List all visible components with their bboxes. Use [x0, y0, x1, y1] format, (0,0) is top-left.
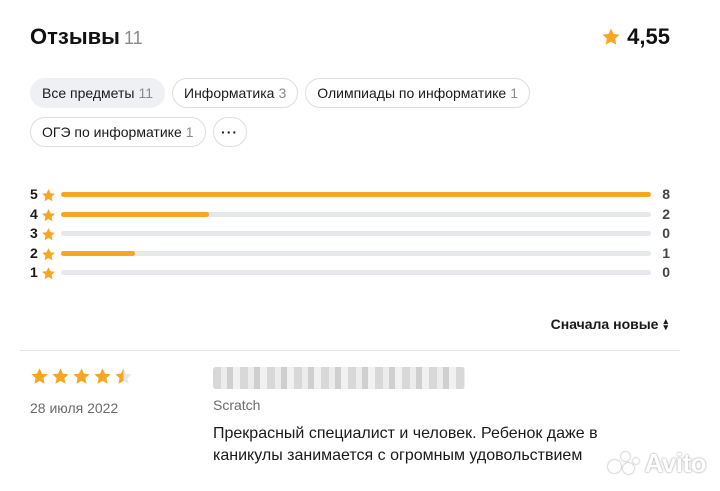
filter-chip-count: 3 — [278, 85, 287, 101]
distribution-bar-fill — [61, 192, 651, 197]
avito-watermark: Avito — [606, 448, 706, 479]
distribution-bar-track — [61, 270, 651, 275]
subject-filters: Все предметы 11 Информатика 3 Олимпиады по и… — [30, 78, 690, 156]
sort-arrows-icon: ▴ ▾ — [663, 316, 668, 332]
author-name-blurred — [213, 367, 465, 389]
distribution-star-label: 5 — [30, 186, 38, 202]
distribution-row[interactable]: 30 — [30, 225, 670, 245]
star-icon — [72, 367, 91, 386]
chip-row: Все предметы 11 Информатика 3 Олимпиады по и… — [30, 78, 690, 108]
distribution-bar-fill — [61, 250, 135, 256]
avito-logo-icon — [606, 451, 640, 476]
distribution-count: 0 — [662, 225, 670, 241]
star-icon — [51, 367, 70, 386]
distribution-count: 1 — [662, 244, 670, 261]
chip-row: ОГЭ по информатике 1 ··· — [30, 117, 690, 147]
filter-chip-count: 1 — [185, 124, 194, 140]
filter-chip[interactable]: Олимпиады по информатике 1 — [305, 78, 531, 108]
filter-chip[interactable]: Все предметы 11 — [30, 78, 165, 108]
star-icon — [93, 367, 112, 386]
review-date: 28 июля 2022 — [30, 400, 119, 416]
distribution-star-label: 4 — [30, 205, 38, 222]
rating-distribution: 5842302110 — [30, 186, 670, 284]
distribution-count: 0 — [662, 264, 670, 280]
distribution-bar-track — [61, 250, 651, 256]
review-stars — [30, 367, 133, 386]
filter-chip[interactable]: ОГЭ по информатике 1 — [30, 117, 206, 147]
filter-chip-label: Информатика — [184, 85, 275, 101]
star-icon — [41, 208, 56, 223]
star-icon — [41, 247, 56, 262]
rating-summary: 4,55 — [601, 24, 670, 50]
review-subject: Scratch — [213, 397, 261, 413]
page-title: Отзывы 11 — [30, 24, 143, 50]
distribution-row[interactable]: 21 — [30, 245, 670, 265]
distribution-star-label: 3 — [30, 225, 38, 241]
reviews-count: 11 — [123, 28, 143, 48]
star-icon — [30, 367, 49, 386]
filter-chip-count: 1 — [510, 85, 519, 101]
distribution-count: 8 — [662, 186, 670, 202]
more-filters-button[interactable]: ··· — [212, 117, 247, 147]
distribution-bar-track — [61, 211, 651, 217]
distribution-row[interactable]: 58 — [30, 186, 670, 206]
filter-chip-label: Олимпиады по информатике — [317, 85, 507, 101]
filter-chip-count: 11 — [138, 85, 153, 101]
divider — [20, 350, 680, 351]
distribution-row[interactable]: 42 — [30, 206, 670, 226]
distribution-bar-track — [61, 231, 651, 236]
distribution-bar-fill — [61, 211, 209, 217]
star-icon — [601, 27, 621, 47]
sort-dropdown[interactable]: Сначала новые ▴ ▾ — [551, 316, 668, 332]
distribution-bar-track — [61, 192, 651, 197]
filter-chip[interactable]: Информатика 3 — [172, 78, 299, 108]
watermark-text: Avito — [644, 448, 706, 478]
title-text: Отзывы — [30, 24, 120, 49]
distribution-row[interactable]: 10 — [30, 264, 670, 284]
sort-label: Сначала новые — [550, 316, 659, 332]
distribution-star-label: 1 — [30, 264, 38, 280]
average-rating: 4,55 — [627, 24, 670, 49]
star-icon — [41, 266, 56, 281]
filter-chip-label: ОГЭ по информатике — [42, 124, 182, 140]
review-text: Прекрасный специалист и человек. Ребенок… — [213, 425, 598, 464]
half-star-icon — [115, 368, 132, 384]
distribution-star-label: 2 — [30, 244, 38, 261]
star-icon — [41, 227, 56, 242]
filter-chip-label: Все предметы — [42, 85, 135, 101]
reviews-header: Отзывы 11 4,55 — [30, 22, 670, 58]
distribution-count: 2 — [662, 205, 670, 222]
review-item: 28 июля 2022 Scratch Прекрасный специали… — [30, 367, 680, 491]
star-icon — [41, 188, 56, 203]
